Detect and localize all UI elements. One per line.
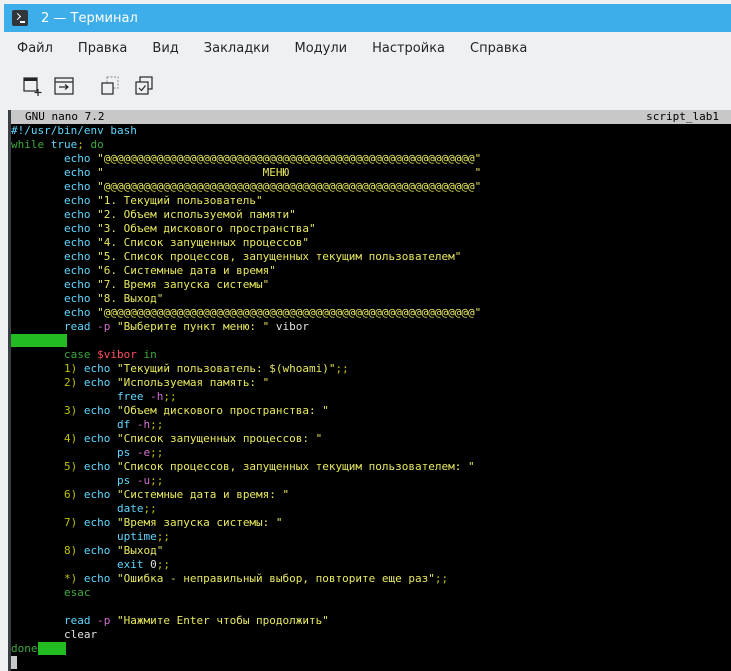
code-line: echo "7. Время запуска системы" (63, 278, 270, 291)
code-line: 8) echo "Выход" (63, 544, 164, 557)
code-line: 5) echo "Список процессов, запущенных те… (63, 460, 475, 473)
paste-icon (135, 76, 153, 95)
code-line: read -p "Выберите пункт меню: " vibor (63, 320, 310, 333)
window-title: 2 — Терминал (41, 10, 138, 26)
nano-filename: script_lab1 (646, 110, 719, 123)
code-line: read -p "Нажмите Enter чтобы продолжить" (63, 614, 329, 627)
code-line: ps -e;; (116, 446, 164, 459)
terminal-icon (12, 10, 28, 26)
code-line: echo "@@@@@@@@@@@@@@@@@@@@@@@@@@@@@@@@@@… (63, 180, 482, 193)
code-line: uptime;; (116, 530, 170, 543)
code-line: echo "6. Системные дата и время" (63, 264, 276, 277)
code-line: free -h;; (116, 390, 177, 403)
code-line: 4) echo "Список запущенных процессов: " (63, 432, 323, 445)
code-line: 6) echo "Системные дата и время: " (63, 488, 290, 501)
menu-help[interactable]: Справка (470, 41, 527, 56)
whitespace-highlight (37, 642, 66, 655)
menu-plugins[interactable]: Модули (294, 41, 347, 56)
menu-settings[interactable]: Настройка (372, 41, 445, 56)
code-line: echo "5. Список процессов, запущенных те… (63, 250, 462, 263)
code-line (11, 334, 481, 348)
nano-version: GNU nano 7.2 (25, 110, 105, 123)
code-line: 7) echo "Время запуска системы: " (63, 516, 283, 529)
menu-file[interactable]: Файл (17, 41, 53, 56)
paste-button[interactable] (133, 75, 155, 97)
copy-button[interactable] (99, 75, 121, 97)
code-line: echo "4. Список запущенных процессов" (63, 236, 310, 249)
code-line (11, 656, 481, 670)
code-line: 2) echo "Используемая память: " (63, 376, 270, 389)
code-editor[interactable]: #!/usr/bin/env bash while true; do echo "… (11, 124, 481, 670)
title-bar[interactable]: 2 — Терминал (4, 4, 731, 32)
code-line: df -h;; (116, 418, 164, 431)
whitespace-highlight (11, 334, 67, 347)
code-line: echo "1. Текущий пользователь" (63, 194, 263, 207)
code-line: ps -u;; (116, 474, 164, 487)
code-line: echo "@@@@@@@@@@@@@@@@@@@@@@@@@@@@@@@@@@… (63, 306, 482, 319)
split-view-button[interactable] (53, 75, 75, 97)
code-line: *) echo "Ошибка - неправильный выбор, по… (63, 572, 449, 585)
code-line: echo " МЕНЮ " (63, 166, 482, 179)
code-line: exit 0;; (116, 558, 170, 571)
code-line: echo "3. Объем дискового пространства" (63, 222, 316, 235)
menu-edit[interactable]: Правка (78, 41, 127, 56)
code-line: echo "8. Выход" (63, 292, 164, 305)
code-line: esac (63, 586, 91, 599)
code-line: #!/usr/bin/env bash (11, 124, 137, 137)
code-line: clear (63, 628, 98, 641)
split-view-icon (54, 77, 74, 95)
text-cursor (11, 656, 17, 669)
copy-icon (101, 76, 119, 95)
code-line: 3) echo "Объем дискового пространства: " (63, 404, 329, 417)
code-line: echo "2. Объем используемой памяти" (63, 208, 296, 221)
new-tab-icon (23, 77, 42, 96)
menu-bookmarks[interactable]: Закладки (204, 41, 270, 56)
terminal-area[interactable]: GNU nano 7.2 script_lab1 #!/usr/bin/env … (8, 110, 731, 671)
code-line: date;; (116, 502, 157, 515)
menu-bar: Файл Правка Вид Закладки Модули Настройк… (4, 32, 731, 64)
code-line: while true; do (11, 138, 104, 151)
menu-view[interactable]: Вид (152, 41, 178, 56)
nano-title-bar: GNU nano 7.2 script_lab1 (11, 110, 731, 124)
code-line: case $vibor in (63, 348, 157, 361)
toolbar (4, 64, 731, 110)
code-line: 1) echo "Текущий пользователь: $(whoami)… (63, 362, 349, 375)
new-tab-button[interactable] (21, 75, 43, 97)
code-line: echo "@@@@@@@@@@@@@@@@@@@@@@@@@@@@@@@@@@… (63, 152, 482, 165)
code-line: done (11, 642, 481, 656)
